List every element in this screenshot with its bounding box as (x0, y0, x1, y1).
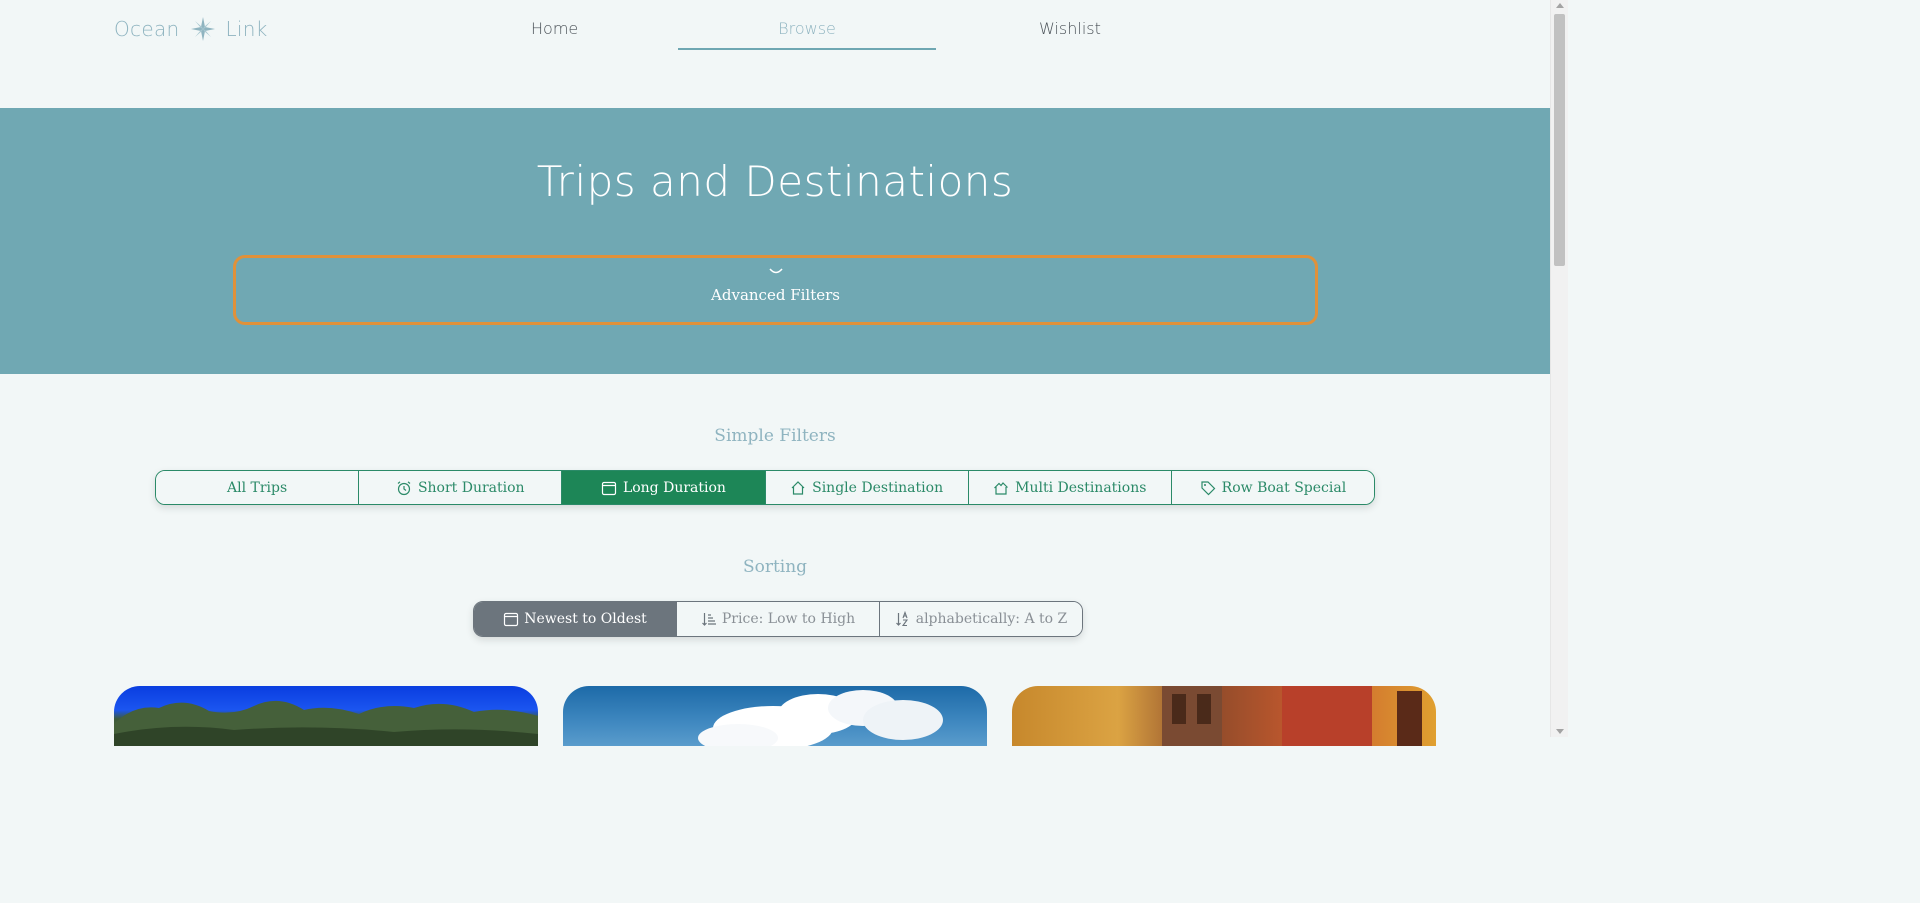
building-facade (1162, 686, 1422, 746)
brand-name-left: Ocean (114, 17, 180, 41)
filter-label: Single Destination (812, 479, 944, 496)
house-icon (791, 480, 805, 495)
houses-icon (994, 481, 1009, 495)
scroll-up-arrow-icon[interactable] (1556, 3, 1564, 8)
sorting-title: Sorting (742, 557, 808, 577)
sorting-group: Newest to Oldest Price: Low to High alph… (473, 601, 1083, 637)
filter-label: Multi Destinations (1015, 479, 1147, 496)
filter-all-trips[interactable]: All Trips (156, 471, 360, 504)
mountain-silhouette (114, 700, 538, 746)
advanced-filters-label: Advanced Filters (711, 286, 840, 304)
compass-rose-icon (191, 17, 216, 41)
page-scrollbar[interactable] (1550, 0, 1568, 737)
trip-card-image[interactable] (114, 686, 538, 746)
brand-name-right: Link (225, 17, 268, 41)
trip-card-image[interactable] (563, 686, 987, 746)
cloud-shape (698, 690, 943, 746)
trip-card-image[interactable] (1012, 686, 1436, 746)
nav-home[interactable]: Home (531, 19, 578, 38)
filter-label: All Trips (227, 479, 288, 496)
tag-icon (1201, 480, 1216, 495)
filter-multi-destinations[interactable]: Multi Destinations (968, 471, 1172, 504)
sort-price-low-to-high[interactable]: Price: Low to High (677, 602, 880, 636)
scrollbar-thumb[interactable] (1554, 14, 1565, 266)
simple-filters-title: Simple Filters (714, 426, 836, 446)
simple-filters-group: All Trips Short Duration Long Duration S… (155, 470, 1375, 505)
sort-alphabetically[interactable]: alphabetically: A to Z (880, 602, 1082, 636)
nav-active-underline (678, 48, 936, 50)
filter-row-boat-special[interactable]: Row Boat Special (1171, 471, 1374, 504)
filter-long-duration[interactable]: Long Duration (562, 471, 766, 504)
chevron-down-icon (768, 268, 783, 274)
nav-browse[interactable]: Browse (678, 19, 936, 38)
calendar-icon (504, 612, 519, 627)
sort-alpha-down-icon (895, 611, 908, 627)
advanced-filters-toggle[interactable]: Advanced Filters (233, 255, 1318, 325)
page-title: Trips and Destinations (536, 157, 1014, 206)
filter-label: Row Boat Special (1221, 479, 1347, 496)
filter-label: Long Duration (622, 479, 726, 496)
hero-banner: Trips and Destinations Advanced Filters (0, 108, 1550, 374)
sort-label: Price: Low to High (721, 611, 856, 627)
nav-wishlist[interactable]: Wishlist (1039, 19, 1101, 38)
sort-newest-to-oldest[interactable]: Newest to Oldest (474, 602, 677, 636)
calendar-icon (601, 481, 617, 495)
sort-label: alphabetically: A to Z (915, 611, 1068, 627)
brand-logo[interactable]: Ocean Link (114, 16, 268, 42)
alarm-clock-icon (397, 480, 411, 495)
sort-numeric-down-icon (701, 613, 716, 626)
filter-label: Short Duration (417, 479, 525, 496)
sort-label: Newest to Oldest (524, 611, 647, 627)
scroll-down-arrow-icon[interactable] (1556, 729, 1564, 734)
filter-single-destination[interactable]: Single Destination (765, 471, 969, 504)
site-header: Ocean Link Home Browse Wishlist (0, 0, 1550, 108)
filter-short-duration[interactable]: Short Duration (359, 471, 563, 504)
